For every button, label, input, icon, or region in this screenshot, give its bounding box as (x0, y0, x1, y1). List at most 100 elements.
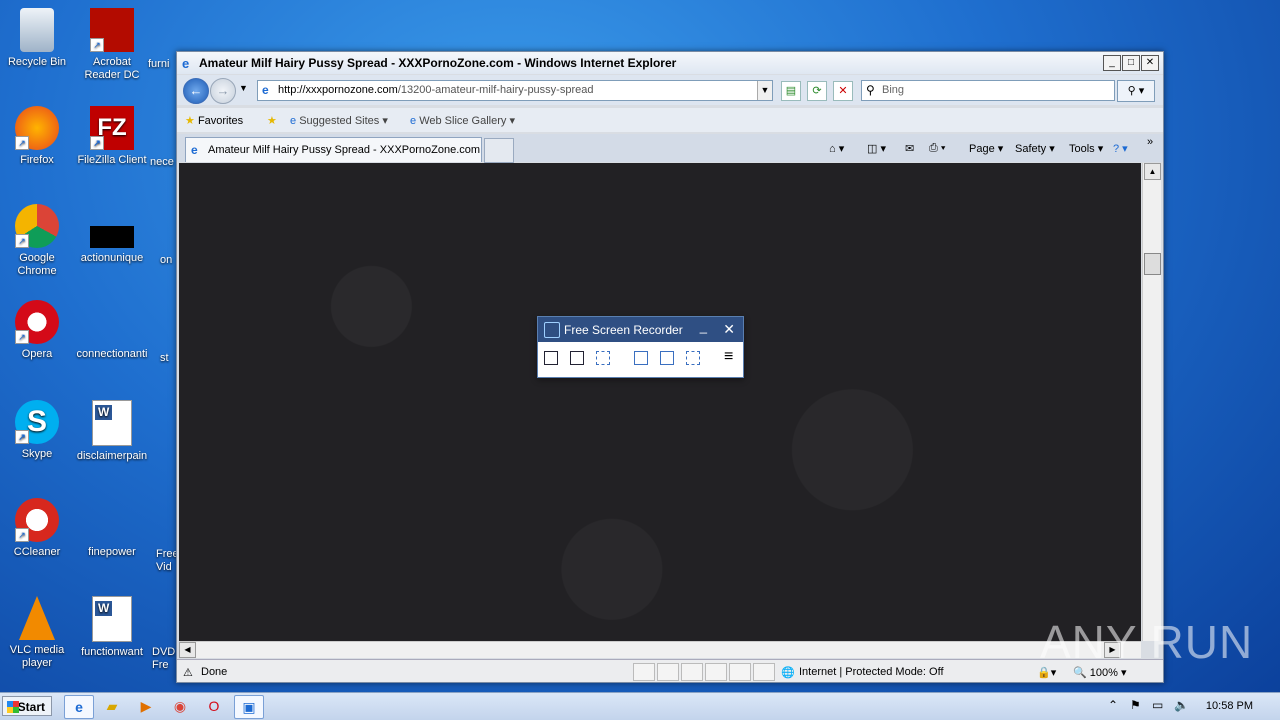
desktop-icon-label: DVD Fre (152, 646, 176, 671)
desktop-icon-label: Recycle Bin (7, 56, 67, 68)
search-button[interactable]: ⚲ ▾ (1117, 80, 1155, 102)
home-icon[interactable]: ⌂ ▾ (829, 142, 844, 155)
desktop-icon-vlc[interactable]: VLC media player (0, 596, 74, 670)
anyrun-watermark: ANY RUN (1040, 616, 1254, 668)
desktop-icon-finepower[interactable]: finepower (75, 498, 149, 559)
shortcut-arrow-icon: ↗ (90, 38, 104, 52)
desktop-icon-label: Skype (21, 448, 53, 460)
desktop-icon-recycle-bin[interactable]: Recycle Bin (0, 8, 74, 69)
start-button[interactable]: Start (2, 696, 52, 716)
compatibility-view-icon[interactable]: ▤ (781, 81, 801, 101)
status-segment (729, 663, 751, 681)
action-center-flag-icon[interactable]: ⚑ (1130, 698, 1141, 712)
stop-icon[interactable]: ✕ (833, 81, 853, 101)
taskbar-explorer-icon[interactable]: ▰ (98, 695, 126, 717)
desktop-icon-firefox[interactable]: ↗ Firefox (0, 106, 74, 167)
record-region-icon[interactable] (686, 351, 700, 365)
opera-icon: ↗ (15, 300, 59, 344)
record-window-icon[interactable] (660, 351, 674, 365)
favorites-button[interactable]: ★ Favorites (185, 114, 243, 127)
window-titlebar[interactable]: e Amateur Milf Hairy Pussy Spread - XXXP… (177, 52, 1163, 74)
window-title: Amateur Milf Hairy Pussy Spread - XXXPor… (199, 56, 677, 70)
page-icon: e (262, 83, 269, 97)
scroll-left-icon[interactable]: ◀ (179, 642, 196, 658)
desktop-icon-filezilla[interactable]: FZ ↗ FileZilla Client (75, 106, 149, 167)
suggested-sites-button[interactable]: e Suggested Sites ▾ (290, 114, 388, 127)
capture-fullscreen-icon[interactable] (544, 351, 558, 365)
chevron-more-icon[interactable]: » (1147, 136, 1153, 148)
page-menu[interactable]: Page ▾ (969, 142, 1003, 155)
record-fullscreen-icon[interactable] (634, 351, 648, 365)
refresh-icon[interactable]: ⟳ (807, 81, 827, 101)
search-icon: ⚲ ▾ (1127, 85, 1145, 97)
safety-menu[interactable]: Safety ▾ (1015, 142, 1055, 155)
close-button[interactable]: ✕ (1141, 55, 1159, 71)
shortcut-arrow-icon: ↗ (15, 528, 29, 542)
minimize-button[interactable]: _ (1103, 55, 1121, 71)
mail-icon[interactable]: ✉ (905, 142, 914, 155)
desktop-icon-label: Firefox (20, 154, 54, 166)
desktop-icon-ccleaner[interactable]: ↗ CCleaner (0, 498, 74, 559)
horizontal-scrollbar[interactable]: ◀ ▶ (179, 641, 1141, 658)
maximize-button[interactable]: □ (1122, 55, 1140, 71)
search-input[interactable]: ⚲ Bing (861, 80, 1115, 101)
feeds-icon[interactable]: ◫ ▾ (867, 142, 886, 155)
scroll-thumb[interactable] (1144, 253, 1161, 275)
forward-button[interactable]: → (210, 78, 236, 104)
network-icon[interactable]: ▭ (1152, 698, 1163, 712)
address-host: http://xxxpornozone.com (278, 84, 398, 96)
acrobat-icon: ↗ (90, 8, 134, 52)
tab-active[interactable]: e Amateur Milf Hairy Pussy Spread - XXXP… (185, 137, 482, 162)
new-tab-button[interactable] (484, 138, 514, 163)
desktop-icon-connectionanti[interactable]: connectionanti (75, 300, 149, 361)
capture-region-icon[interactable] (596, 351, 610, 365)
desktop-icon-functionwant[interactable]: W functionwant (75, 596, 149, 659)
taskbar-chrome-icon[interactable]: ◉ (166, 695, 194, 717)
show-hidden-icons-icon[interactable]: ⌃ (1108, 698, 1118, 712)
print-icon[interactable]: ⎙ ▾ (929, 142, 945, 155)
address-bar[interactable]: e http://xxxpornozone.com/13200-amateur-… (257, 80, 773, 101)
start-label: Start (17, 700, 45, 714)
desktop-icon-disclaimerpain[interactable]: W disclaimerpain (75, 400, 149, 463)
taskbar-media-player-icon[interactable]: ▶ (132, 695, 160, 717)
desktop-icon-label: FileZilla Client (77, 154, 147, 166)
recorder-close-button[interactable]: ✕ (723, 321, 735, 338)
windows-logo-icon (7, 701, 19, 713)
desktop-icon-partial[interactable]: furni (148, 58, 178, 71)
desktop-icon-partial[interactable]: DVD Fre (152, 646, 178, 672)
ie-icon: e (410, 115, 417, 127)
taskbar-screen-recorder-icon[interactable]: ▣ (234, 695, 264, 719)
taskbar: Start e ▰ ▶ ◉ O ▣ ⌃ ⚑ ▭ 🔈 10:58 PM (0, 692, 1280, 720)
safety-menu-label: Safety (1015, 143, 1047, 155)
taskbar-ie-icon[interactable]: e (64, 695, 94, 719)
desktop-icon-acrobat[interactable]: ↗ Acrobat Reader DC (75, 8, 149, 82)
recent-pages-dropdown-icon[interactable]: ▼ (239, 83, 248, 93)
back-button[interactable]: ← (183, 78, 209, 104)
desktop-icon-skype[interactable]: S ↗ Skype (0, 400, 74, 461)
vertical-scrollbar[interactable]: ▲ (1142, 163, 1161, 641)
desktop-icon-opera[interactable]: ↗ Opera (0, 300, 74, 361)
web-slice-gallery-button[interactable]: e Web Slice Gallery ▾ (410, 114, 515, 127)
add-favorites-icon[interactable]: ★ (267, 114, 277, 127)
warning-icon: ⚠ (183, 667, 193, 679)
recorder-titlebar[interactable]: Free Screen Recorder _ ✕ (538, 317, 743, 342)
tools-menu[interactable]: Tools ▾ (1069, 142, 1103, 155)
security-zone[interactable]: Internet | Protected Mode: Off (799, 666, 944, 678)
address-dropdown-icon[interactable]: ▼ (757, 81, 772, 100)
help-icon[interactable]: ? ▾ (1113, 142, 1128, 155)
recorder-minimize-button[interactable]: _ (700, 319, 707, 334)
recycle-bin-icon (20, 8, 54, 52)
clock[interactable]: 10:58 PM (1206, 700, 1253, 712)
file-icon (90, 226, 134, 248)
hamburger-menu-icon[interactable]: ≡ (724, 348, 733, 366)
capture-window-icon[interactable] (570, 351, 584, 365)
desktop-icon-actionunique[interactable]: actionunique (75, 204, 149, 265)
status-segment (657, 663, 679, 681)
volume-icon[interactable]: 🔈 (1174, 698, 1189, 712)
desktop-icon-chrome[interactable]: ↗ Google Chrome (0, 204, 74, 278)
taskbar-opera-icon[interactable]: O (200, 695, 228, 717)
scroll-up-icon[interactable]: ▲ (1144, 163, 1161, 180)
web-page-content[interactable] (179, 163, 1141, 641)
favorites-bar: ★ Favorites ★ e Suggested Sites ▾ e Web … (177, 108, 1163, 132)
shortcut-arrow-icon: ↗ (15, 234, 29, 248)
